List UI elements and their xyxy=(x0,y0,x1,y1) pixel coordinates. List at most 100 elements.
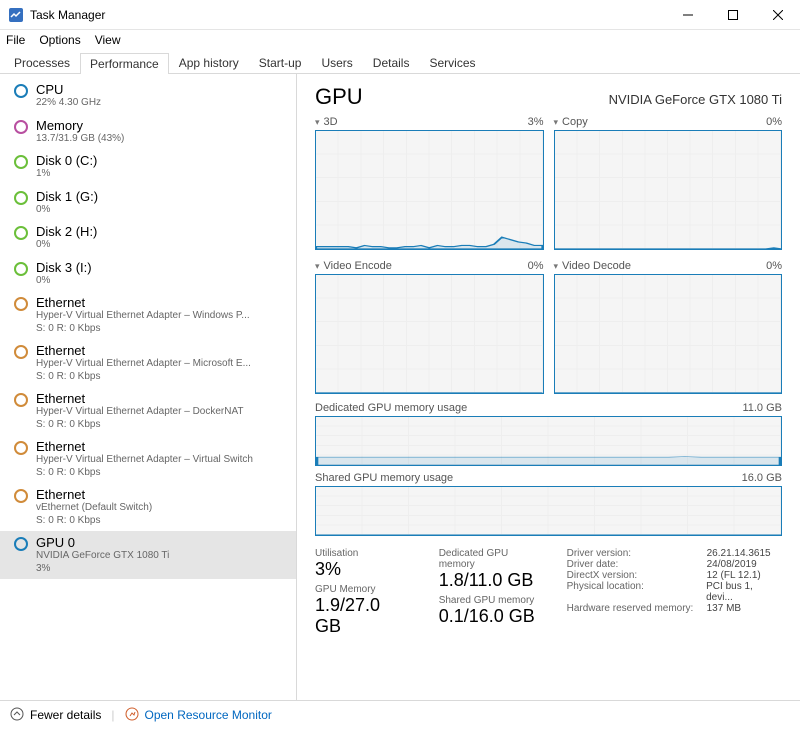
maximize-button[interactable] xyxy=(710,0,755,30)
sidebar-item[interactable]: Memory13.7/31.9 GB (43%) xyxy=(0,114,296,150)
stat-util-label: Utilisation xyxy=(315,548,411,559)
stat-gmem-label: GPU Memory xyxy=(315,584,411,595)
sidebar-item-name: Ethernet xyxy=(36,439,253,454)
taskmgr-icon xyxy=(8,7,24,23)
sidebar-item-sub2: 3% xyxy=(36,563,169,576)
sidebar-item-sub: 22% 4.30 GHz xyxy=(36,97,101,110)
status-ring-icon xyxy=(14,345,28,359)
status-ring-icon xyxy=(14,393,28,407)
chevron-down-icon: ▾ xyxy=(554,117,559,127)
sidebar-item-name: Memory xyxy=(36,118,124,133)
sidebar-item-name: Disk 3 (I:) xyxy=(36,260,92,275)
stat-dmem: 1.8/11.0 GB xyxy=(439,570,547,591)
sidebar-item-sub2: S: 0 R: 0 Kbps xyxy=(36,515,152,528)
sidebar-item[interactable]: EthernetHyper-V Virtual Ethernet Adapter… xyxy=(0,291,296,339)
sidebar-item-sub2: S: 0 R: 0 Kbps xyxy=(36,419,244,432)
tabs: Processes Performance App history Start-… xyxy=(0,50,800,74)
status-ring-icon xyxy=(14,441,28,455)
status-ring-icon xyxy=(14,120,28,134)
stat-util: 3% xyxy=(315,559,411,580)
status-ring-icon xyxy=(14,489,28,503)
sidebar-item[interactable]: EthernetHyper-V Virtual Ethernet Adapter… xyxy=(0,339,296,387)
sidebar-item-sub2: S: 0 R: 0 Kbps xyxy=(36,323,250,336)
stat-smem-label: Shared GPU memory xyxy=(439,595,547,606)
stat-dmem-label: Dedicated GPU memory xyxy=(439,548,547,570)
menubar: File Options View xyxy=(0,30,800,50)
chevron-down-icon: ▾ xyxy=(554,261,559,271)
sidebar-item-name: Ethernet xyxy=(36,487,152,502)
sidebar-item[interactable]: EthernetvEthernet (Default Switch)S: 0 R… xyxy=(0,483,296,531)
sidebar-item-sub: 13.7/31.9 GB (43%) xyxy=(36,133,124,146)
chart-3d[interactable]: ▾3D3% xyxy=(315,116,544,250)
status-ring-icon xyxy=(14,537,28,551)
tab-services[interactable]: Services xyxy=(419,52,485,73)
sidebar-item-sub: Hyper-V Virtual Ethernet Adapter – Windo… xyxy=(36,310,250,323)
sidebar-item-name: Ethernet xyxy=(36,391,244,406)
tab-start-up[interactable]: Start-up xyxy=(249,52,312,73)
footer: Fewer details | Open Resource Monitor xyxy=(0,700,800,729)
sidebar-item[interactable]: CPU22% 4.30 GHz xyxy=(0,78,296,114)
sidebar-item[interactable]: EthernetHyper-V Virtual Ethernet Adapter… xyxy=(0,435,296,483)
sidebar-item-sub2: S: 0 R: 0 Kbps xyxy=(36,467,253,480)
sidebar-item[interactable]: Disk 3 (I:)0% xyxy=(0,256,296,292)
tab-performance[interactable]: Performance xyxy=(80,53,169,74)
sidebar-item-sub: Hyper-V Virtual Ethernet Adapter – Virtu… xyxy=(36,454,253,467)
performance-sidebar: CPU22% 4.30 GHzMemory13.7/31.9 GB (43%)D… xyxy=(0,74,297,700)
tab-details[interactable]: Details xyxy=(363,52,420,73)
sidebar-item-name: Disk 1 (G:) xyxy=(36,189,98,204)
sidebar-item-sub: Hyper-V Virtual Ethernet Adapter – Docke… xyxy=(36,406,244,419)
chevron-up-icon xyxy=(10,707,24,724)
open-resmon-link[interactable]: Open Resource Monitor xyxy=(145,708,272,722)
status-ring-icon xyxy=(14,262,28,276)
fewer-details-link[interactable]: Fewer details xyxy=(30,708,101,722)
sidebar-item-sub: 0% xyxy=(36,239,97,252)
tab-users[interactable]: Users xyxy=(311,52,362,73)
page-title: GPU xyxy=(315,84,363,110)
sidebar-item-sub: Hyper-V Virtual Ethernet Adapter – Micro… xyxy=(36,358,251,371)
sidebar-item[interactable]: EthernetHyper-V Virtual Ethernet Adapter… xyxy=(0,387,296,435)
status-ring-icon xyxy=(14,155,28,169)
sidebar-item-name: Ethernet xyxy=(36,295,250,310)
close-button[interactable] xyxy=(755,0,800,30)
resmon-icon xyxy=(125,707,139,724)
sidebar-item-name: Ethernet xyxy=(36,343,251,358)
minimize-button[interactable] xyxy=(665,0,710,30)
sidebar-item[interactable]: Disk 1 (G:)0% xyxy=(0,185,296,221)
status-ring-icon xyxy=(14,226,28,240)
tab-app-history[interactable]: App history xyxy=(169,52,249,73)
sidebar-item-sub: 1% xyxy=(36,168,97,181)
titlebar[interactable]: Task Manager xyxy=(0,0,800,30)
chevron-down-icon: ▾ xyxy=(315,117,320,127)
main-panel: GPU NVIDIA GeForce GTX 1080 Ti ▾3D3% ▾Co… xyxy=(297,74,800,700)
chevron-down-icon: ▾ xyxy=(315,261,320,271)
sidebar-item-sub: vEthernet (Default Switch) xyxy=(36,502,152,515)
status-ring-icon xyxy=(14,297,28,311)
stat-gmem: 1.9/27.0 GB xyxy=(315,595,411,637)
sidebar-item-name: Disk 0 (C:) xyxy=(36,153,97,168)
device-name: NVIDIA GeForce GTX 1080 Ti xyxy=(609,92,782,107)
sidebar-item-name: Disk 2 (H:) xyxy=(36,224,97,239)
stat-smem: 0.1/16.0 GB xyxy=(439,606,547,627)
sidebar-item-sub2: S: 0 R: 0 Kbps xyxy=(36,371,251,384)
sidebar-item[interactable]: GPU 0NVIDIA GeForce GTX 1080 Ti3% xyxy=(0,531,296,579)
menu-view[interactable]: View xyxy=(95,33,121,47)
status-ring-icon xyxy=(14,84,28,98)
chart-copy[interactable]: ▾Copy0% xyxy=(554,116,783,250)
sidebar-item[interactable]: Disk 0 (C:)1% xyxy=(0,149,296,185)
sidebar-item-sub: NVIDIA GeForce GTX 1080 Ti xyxy=(36,550,169,563)
chart-shared-mem[interactable]: Shared GPU memory usage16.0 GB xyxy=(315,472,782,536)
tab-processes[interactable]: Processes xyxy=(4,52,80,73)
menu-file[interactable]: File xyxy=(6,33,25,47)
status-ring-icon xyxy=(14,191,28,205)
window-title: Task Manager xyxy=(30,8,665,22)
sidebar-item-name: CPU xyxy=(36,82,101,97)
chart-video-decode[interactable]: ▾Video Decode0% xyxy=(554,260,783,394)
menu-options[interactable]: Options xyxy=(39,33,80,47)
chart-dedicated-mem[interactable]: Dedicated GPU memory usage11.0 GB xyxy=(315,402,782,466)
sidebar-item-name: GPU 0 xyxy=(36,535,169,550)
sidebar-item[interactable]: Disk 2 (H:)0% xyxy=(0,220,296,256)
gpu-details: Driver version:26.21.14.3615 Driver date… xyxy=(567,548,782,614)
sidebar-item-sub: 0% xyxy=(36,275,92,288)
sidebar-item-sub: 0% xyxy=(36,204,98,217)
chart-video-encode[interactable]: ▾Video Encode0% xyxy=(315,260,544,394)
